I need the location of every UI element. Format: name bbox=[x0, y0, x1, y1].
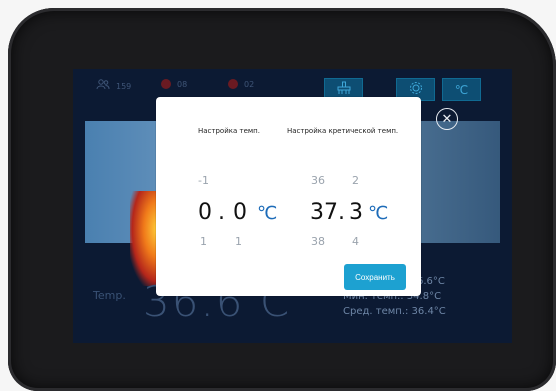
people-icon bbox=[96, 79, 110, 93]
close-icon: ✕ bbox=[441, 111, 453, 127]
left-column-title: Настройка темп. bbox=[198, 127, 260, 135]
temp-label: Temp. bbox=[93, 289, 126, 302]
left-wheel-sep: . bbox=[218, 200, 225, 225]
left-wheel-prev-int[interactable]: -1 bbox=[198, 174, 209, 187]
left-wheel-dec[interactable]: 0 bbox=[233, 200, 247, 225]
alert-counter-1: 08 bbox=[161, 79, 187, 89]
warning-icon bbox=[228, 79, 238, 89]
right-column-title: Настройка кретической темп. bbox=[287, 127, 399, 135]
celsius-button[interactable]: ℃ bbox=[442, 78, 481, 101]
celsius-label: ℃ bbox=[454, 82, 469, 97]
alert-icon bbox=[161, 79, 171, 89]
alert-count-1: 08 bbox=[177, 79, 188, 89]
avg-temp: Сред. темп.: 36.4°C bbox=[343, 306, 446, 317]
left-wheel-next-int[interactable]: 1 bbox=[200, 235, 207, 248]
right-wheel-int[interactable]: 37. bbox=[310, 200, 345, 225]
left-unit: ℃ bbox=[257, 203, 278, 224]
save-button[interactable]: Сохранить bbox=[344, 264, 406, 290]
right-wheel-dec[interactable]: 3 bbox=[349, 200, 363, 225]
people-counter: 159 bbox=[96, 79, 131, 93]
brush-icon bbox=[336, 81, 352, 98]
right-wheel-prev-int[interactable]: 36 bbox=[311, 174, 325, 187]
gear-icon bbox=[409, 81, 423, 98]
max-temp: 6.6°C bbox=[417, 276, 445, 287]
temp-settings-dialog: Настройка темп. Настройка кретической те… bbox=[156, 97, 421, 296]
left-wheel-int[interactable]: 0 bbox=[198, 200, 212, 225]
left-wheel-next-dec[interactable]: 1 bbox=[235, 235, 242, 248]
close-button[interactable]: ✕ bbox=[436, 108, 458, 130]
alert-counter-2: 02 bbox=[228, 79, 254, 89]
right-wheel-next-int[interactable]: 38 bbox=[311, 235, 325, 248]
right-wheel-prev-dec[interactable]: 2 bbox=[352, 174, 359, 187]
right-unit: ℃ bbox=[368, 203, 389, 224]
right-wheel-next-dec[interactable]: 4 bbox=[352, 235, 359, 248]
people-count: 159 bbox=[116, 81, 132, 91]
alert-count-2: 02 bbox=[244, 79, 255, 89]
